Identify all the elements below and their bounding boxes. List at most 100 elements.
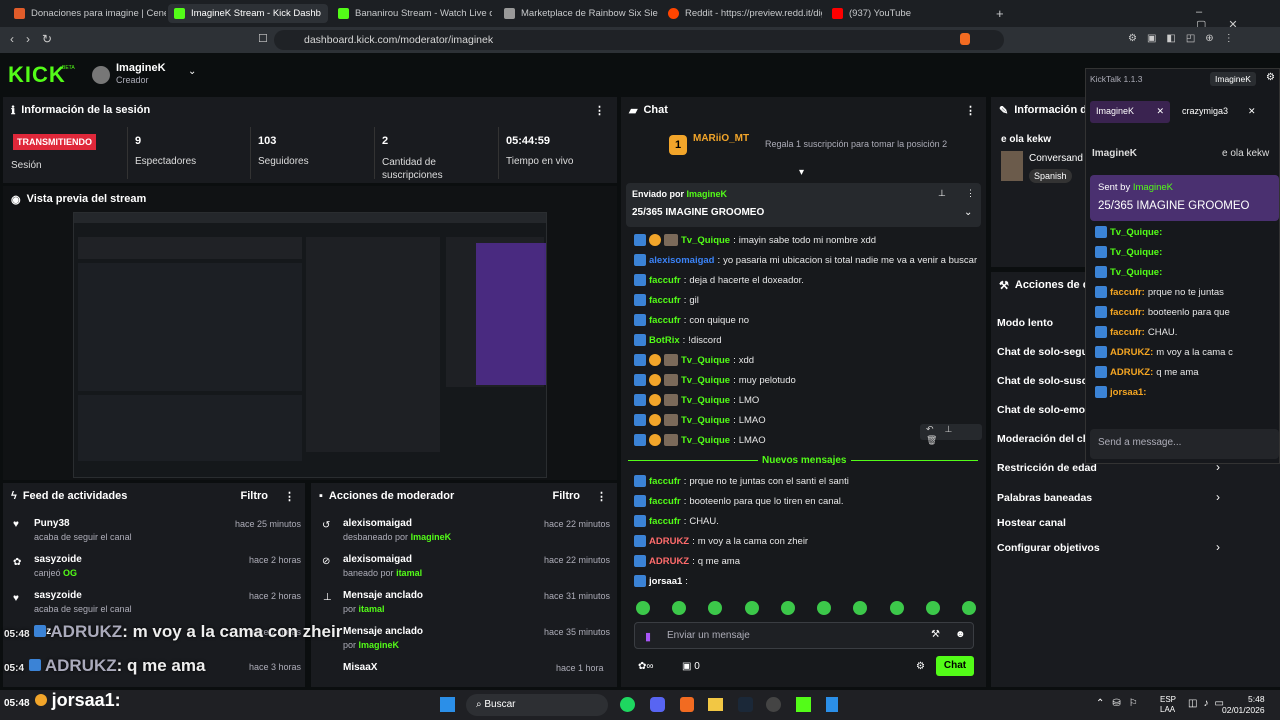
emoji-icon[interactable]: ☻	[955, 629, 966, 640]
kebab-menu-icon[interactable]: ⋮	[966, 188, 975, 199]
kicktalk-username[interactable]: Tv_Quique:	[1110, 247, 1162, 258]
obs-icon[interactable]	[766, 697, 781, 712]
pin-icon[interactable]: ⊥	[938, 188, 946, 199]
kebab-menu-icon[interactable]: ⋮	[965, 104, 986, 117]
age-restriction-item[interactable]: Restricción de edad	[997, 462, 1097, 474]
pinned-message[interactable]: Enviado por ImagineK 25/365 IMAGINE GROO…	[626, 183, 981, 227]
kicktalk-message[interactable]: faccufr: prque no te juntas	[1095, 286, 1224, 298]
chat-message[interactable]: Tv_Quique: muy pelotudo	[634, 374, 796, 386]
mod-user[interactable]: Mensaje anclado	[343, 626, 423, 637]
chat-message[interactable]: Tv_Quique: LMAO	[634, 414, 766, 426]
chat-username[interactable]: faccufr	[649, 315, 681, 326]
chat-username[interactable]: faccufr	[649, 496, 681, 507]
filter-button[interactable]: Filtro	[553, 490, 581, 502]
browser-tab[interactable]: Donaciones para imagine | Ceneka	[8, 4, 166, 23]
gift-sub-cta[interactable]: Regala 1 suscripción para tomar la posic…	[765, 139, 947, 149]
kebab-menu-icon[interactable]: ⋮	[586, 490, 617, 503]
emote-icon[interactable]	[817, 601, 832, 615]
chat-username[interactable]: ADRUKZ	[649, 536, 689, 547]
kicktalk-username[interactable]: faccufr:	[1110, 327, 1145, 338]
chat-message[interactable]: faccufr: CHAU.	[634, 515, 719, 527]
kebab-menu-icon[interactable]: ⋮	[594, 104, 617, 117]
chat-username[interactable]: BotRix	[649, 335, 680, 346]
kicktalk-message[interactable]: ADRUKZ: m voy a la cama c	[1095, 346, 1233, 358]
emote-icon[interactable]	[708, 601, 723, 615]
slow-mode-toggle[interactable]: Modo lento	[997, 317, 1053, 329]
chat-message[interactable]: faccufr: prque no te juntas con el santi …	[634, 475, 849, 487]
notepad-icon[interactable]	[826, 697, 838, 712]
browser-tab[interactable]: Bananirou Stream - Watch Live o	[332, 4, 492, 23]
browser-tab[interactable]: Reddit - https://preview.redd.it/digit	[662, 4, 822, 23]
chat-username[interactable]: jorsaa1	[649, 576, 682, 587]
command-icon[interactable]: ⚒	[931, 629, 940, 640]
emote-icon[interactable]	[853, 601, 868, 615]
kicktalk-message[interactable]: Tv_Quique:	[1095, 246, 1165, 258]
brave-shield-icon[interactable]	[960, 33, 970, 45]
browser-tab[interactable]: Marketplace de Rainbow Six Siege	[498, 4, 658, 23]
kicktalk-message[interactable]: ADRUKZ: q me ama	[1095, 366, 1199, 378]
chat-message[interactable]: Tv_Quique: LMAO	[634, 434, 766, 446]
close-icon[interactable]: ✕	[1248, 106, 1256, 117]
kick-logo[interactable]: KICK	[8, 62, 66, 88]
kicktalk-username[interactable]: faccufr:	[1110, 307, 1145, 318]
emote-icon[interactable]	[961, 601, 976, 615]
emote-icon[interactable]	[780, 601, 795, 615]
kicktalk-username[interactable]: Tv_Quique:	[1110, 227, 1162, 238]
top-gifter-name[interactable]: MARiiO_MT	[693, 133, 749, 144]
brave-icon[interactable]	[680, 697, 694, 712]
feed-user[interactable]: sasyzoide	[34, 554, 82, 565]
kicktalk-username[interactable]: jorsaa1:	[1110, 387, 1146, 398]
chevron-down-icon[interactable]: ⌄	[188, 66, 196, 77]
chat-message[interactable]: jorsaa1:	[634, 575, 691, 587]
chat-username[interactable]: faccufr	[649, 295, 681, 306]
chat-username[interactable]: faccufr	[649, 516, 681, 527]
emote-icon[interactable]	[636, 601, 650, 615]
chat-message[interactable]: BotRix: !discord	[634, 334, 722, 346]
chat-message[interactable]: alexisomaigad: yo pasaria mi ubicacion si…	[634, 254, 977, 266]
category-name[interactable]: Conversand	[1029, 153, 1083, 164]
configure-goals-item[interactable]: Configurar objetivos	[997, 542, 1100, 554]
tray-icons[interactable]: ⌃⛁⚐	[1096, 698, 1146, 709]
close-icon[interactable]: ✕	[327, 8, 328, 19]
chat-username[interactable]: Tv_Quique	[681, 415, 730, 426]
message-hover-actions[interactable]: ↶⊥🗑	[920, 424, 982, 445]
chat-username[interactable]: Tv_Quique	[681, 375, 730, 386]
kebab-menu-icon[interactable]: ⋮	[274, 490, 305, 503]
points-icon[interactable]: ✿∞	[638, 661, 654, 672]
clock[interactable]: 5:48 02/01/2026	[1222, 694, 1265, 716]
mod-user[interactable]: MisaaX	[343, 662, 377, 673]
chevron-down-icon[interactable]: ⌄	[964, 207, 972, 218]
chat-username[interactable]: alexisomaigad	[649, 255, 714, 266]
browser-tab[interactable]: (937) YouTube	[826, 4, 986, 23]
emote-icon[interactable]	[672, 601, 687, 615]
chevron-right-icon[interactable]: ›	[1216, 540, 1220, 554]
chat-username[interactable]: faccufr	[649, 275, 681, 286]
feed-user[interactable]: sasyzoide	[34, 590, 82, 601]
mic-icon[interactable]: ▮	[645, 630, 651, 643]
chat-input[interactable]: ▮ Enviar un mensaje ⚒ ☻	[634, 622, 974, 649]
kicktalk-username[interactable]: ADRUKZ:	[1110, 367, 1153, 378]
chat-username[interactable]: Tv_Quique	[681, 395, 730, 406]
new-tab-button[interactable]: +	[990, 4, 1006, 23]
kicktalk-user[interactable]: ImagineK	[1210, 72, 1256, 86]
emote-bar[interactable]	[636, 601, 976, 615]
chat-message[interactable]: ADRUKZ: m voy a la cama con zheir	[634, 535, 808, 547]
feed-user[interactable]: Puny38	[34, 518, 70, 529]
chat-message[interactable]: ADRUKZ: q me ama	[634, 555, 740, 567]
emote-icon[interactable]	[889, 601, 904, 615]
mod-user[interactable]: alexisomaigad	[343, 518, 412, 529]
folder-icon[interactable]	[708, 698, 723, 711]
windows-start-icon[interactable]	[440, 697, 455, 712]
emote-only-toggle[interactable]: Chat de solo-emote	[997, 404, 1094, 416]
chat-username[interactable]: ADRUKZ	[649, 556, 689, 567]
chat-moderation-item[interactable]: Moderación del cha	[997, 433, 1095, 445]
chat-message[interactable]: faccufr: gil	[634, 294, 699, 306]
send-chat-button[interactable]: Chat	[936, 656, 974, 676]
browser-tab-active[interactable]: ImagineK Stream - Kick Dashb✕	[168, 4, 328, 23]
chat-message[interactable]: Tv_Quique: imayin sabe todo mi nombre xdd	[634, 234, 876, 246]
kick-icon[interactable]	[796, 697, 811, 712]
kicktalk-tab[interactable]: crazymiga3	[1182, 106, 1228, 116]
gear-icon[interactable]: ⚙	[1266, 72, 1275, 83]
kicktalk-pinned[interactable]: Sent by ImagineK 25/365 IMAGINE GROOMEO	[1090, 175, 1279, 221]
chevron-right-icon[interactable]: ›	[1216, 490, 1220, 504]
